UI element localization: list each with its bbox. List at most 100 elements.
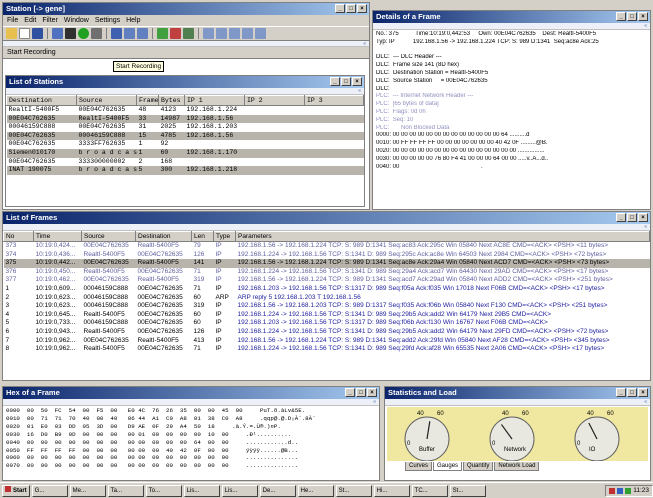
table-row[interactable]: 377 10:19:0,462... 00E04C762635 RealtI-5400…: [4, 276, 650, 285]
close-button[interactable]: ×: [638, 12, 648, 21]
table-row[interactable]: 8 10:19:0,962... RealtI-5400F5 00E04C762635…: [4, 345, 650, 354]
minimize-button[interactable]: _: [335, 4, 345, 13]
grid-icon[interactable]: [183, 28, 194, 39]
close-button[interactable]: ×: [638, 388, 648, 397]
column-header[interactable]: Time: [33, 231, 82, 242]
new-icon[interactable]: [19, 28, 30, 39]
taskbar-button[interactable]: St...: [449, 484, 486, 497]
minimize-button[interactable]: _: [345, 388, 355, 397]
taskbar-button[interactable]: He...: [297, 484, 334, 497]
window-icon[interactable]: [124, 28, 135, 39]
table-row[interactable]: INAT 190075b r o a d c a s t5300192.168.…: [6, 166, 364, 175]
table-row[interactable]: 7 10:19:0,962... 00E04C762635 RealtI-5400F5…: [4, 337, 650, 346]
menu-item[interactable]: Filter: [42, 15, 58, 26]
table-row[interactable]: 374 10:19:0,436... RealtI-5400F5 00E04C7626…: [4, 251, 650, 260]
table-row[interactable]: 00046159C888 00E04C762635 31 2025 192.168.1.…: [7, 123, 364, 132]
column-header[interactable]: Destination: [135, 231, 192, 242]
edit-icon[interactable]: [111, 28, 122, 39]
menu-item[interactable]: Edit: [24, 15, 36, 26]
close-button[interactable]: ×: [638, 213, 648, 222]
table-row[interactable]: 375 10:19:0,442... 00E04C762635 RealtI-5400…: [3, 259, 650, 268]
taskbar-button[interactable]: G...: [31, 484, 68, 497]
menu-item[interactable]: Window: [64, 15, 89, 26]
stations-titlebar[interactable]: List of Stations _ □ ×: [6, 76, 364, 88]
minimize-button[interactable]: _: [616, 388, 626, 397]
stats-titlebar[interactable]: Statistics and Load _ □ ×: [385, 387, 650, 399]
tray-icon[interactable]: [617, 487, 624, 494]
save-icon[interactable]: [32, 28, 43, 39]
table-row[interactable]: Siemen010170b r o a d c a s t160192.168.…: [6, 148, 364, 158]
column-header[interactable]: IP 3: [304, 95, 364, 106]
close-button[interactable]: ×: [352, 77, 362, 86]
filter-icon[interactable]: [52, 28, 63, 39]
table-row[interactable]: 00E04C762635 RealtI-5400F5 33 14987 192.168.…: [6, 114, 364, 124]
tab-quantity[interactable]: Quantity: [463, 462, 494, 471]
stop-icon[interactable]: [65, 28, 76, 39]
column-header[interactable]: Parameters: [235, 231, 650, 242]
column-header[interactable]: Frame: [136, 95, 159, 106]
taskbar-button[interactable]: Ta...: [107, 484, 144, 497]
table-row[interactable]: 4 10:19:0,645... RealtI-5400F5 00E04C762635…: [4, 311, 650, 320]
frames-titlebar[interactable]: List of Frames _ □ ×: [3, 212, 650, 224]
maximize-button[interactable]: □: [627, 213, 637, 222]
column-header[interactable]: Source: [76, 95, 137, 106]
tray-icon[interactable]: [609, 487, 616, 494]
taskbar-button[interactable]: Hi...: [373, 484, 410, 497]
minimize-button[interactable]: _: [330, 77, 340, 86]
column-header[interactable]: Type: [213, 231, 236, 242]
tray-icon[interactable]: [625, 487, 632, 494]
table-row[interactable]: 376 10:19:0,450... RealtI-5400F5 00E04C7626…: [4, 268, 650, 277]
minimize-button[interactable]: _: [616, 12, 626, 21]
tab-gauges[interactable]: Gauges: [433, 462, 463, 471]
maximize-button[interactable]: □: [341, 77, 351, 86]
tab-network-load[interactable]: Network Load: [494, 462, 540, 471]
layout-icon[interactable]: [137, 28, 148, 39]
table-row[interactable]: 00E04C762635 00046159C888 15 4785 192.168.1.…: [6, 131, 364, 141]
tile-icon[interactable]: [203, 28, 214, 39]
table-row[interactable]: 5 10:19:0,733... 00046159C888 00E04C762635 6…: [4, 319, 650, 328]
menu-item[interactable]: Help: [126, 15, 140, 26]
menu-item[interactable]: Settings: [95, 15, 120, 26]
column-header[interactable]: IP 1: [184, 95, 245, 106]
start-button[interactable]: Start: [2, 484, 30, 497]
maximize-button[interactable]: □: [356, 388, 366, 397]
tile-icon[interactable]: [216, 28, 227, 39]
funnel-icon[interactable]: [157, 28, 168, 39]
open-icon[interactable]: [6, 28, 17, 39]
minimize-button[interactable]: _: [616, 213, 626, 222]
close-button[interactable]: ×: [357, 4, 367, 13]
table-row[interactable]: 1 10:19:0,609... 00046159C888 00E04C762635 7…: [4, 285, 650, 294]
maximize-button[interactable]: □: [627, 12, 637, 21]
start-recording-icon[interactable]: [78, 28, 89, 39]
details-titlebar[interactable]: Details of a Frame _ □ ×: [373, 11, 650, 23]
maximize-button[interactable]: □: [627, 388, 637, 397]
column-header[interactable]: Source: [81, 231, 136, 242]
table-row[interactable]: 2 10:19:0,623... 00046159C888 00E04C762635 6…: [4, 294, 650, 303]
taskbar-button[interactable]: St...: [335, 484, 372, 497]
tile-icon[interactable]: [242, 28, 253, 39]
taskbar-button[interactable]: De...: [259, 484, 296, 497]
column-header[interactable]: IP 2: [244, 95, 305, 106]
column-header[interactable]: Bytes: [158, 95, 185, 106]
station-titlebar[interactable]: Station [-> gene] _ □ ×: [3, 3, 369, 15]
taskbar-button[interactable]: Lis...: [183, 484, 220, 497]
tile-icon[interactable]: [255, 28, 266, 39]
table-row[interactable]: 3 10:19:0,623... 00046159C888 00E04C762635 3…: [4, 302, 650, 311]
column-header[interactable]: No: [3, 231, 34, 242]
close-button[interactable]: ×: [367, 388, 377, 397]
tab-curves[interactable]: Curves: [405, 462, 433, 471]
column-header[interactable]: Len: [191, 231, 214, 242]
table-row[interactable]: 373 10:19:0,424... 00E04C762635 RealtI-5400…: [4, 242, 650, 251]
hex-titlebar[interactable]: Hex of a Frame _ □ ×: [3, 387, 379, 399]
taskbar-button[interactable]: To...: [145, 484, 182, 497]
table-row[interactable]: RealtI-5400F5 00E04C762635 48 4123 192.168.1…: [7, 106, 364, 115]
tile-icon[interactable]: [229, 28, 240, 39]
funnel-red-icon[interactable]: [170, 28, 181, 39]
taskbar-button[interactable]: Lis...: [221, 484, 258, 497]
table-row[interactable]: 00E04C762635 333300000002 2 168: [7, 158, 364, 167]
column-header[interactable]: Destination: [6, 95, 77, 106]
taskbar-button[interactable]: Me...: [69, 484, 106, 497]
menu-item[interactable]: File: [7, 15, 18, 26]
taskbar-button[interactable]: TC...: [411, 484, 448, 497]
maximize-button[interactable]: □: [346, 4, 356, 13]
